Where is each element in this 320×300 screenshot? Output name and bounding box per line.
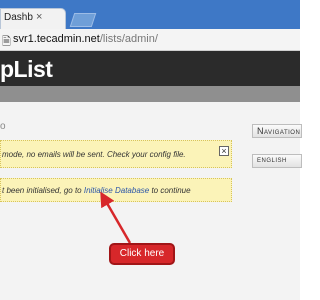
click-here-callout: Click here bbox=[109, 243, 175, 265]
browser-window: Dashb × 🗎 svr1.tecadmin.net/lists/admin/… bbox=[0, 0, 302, 300]
